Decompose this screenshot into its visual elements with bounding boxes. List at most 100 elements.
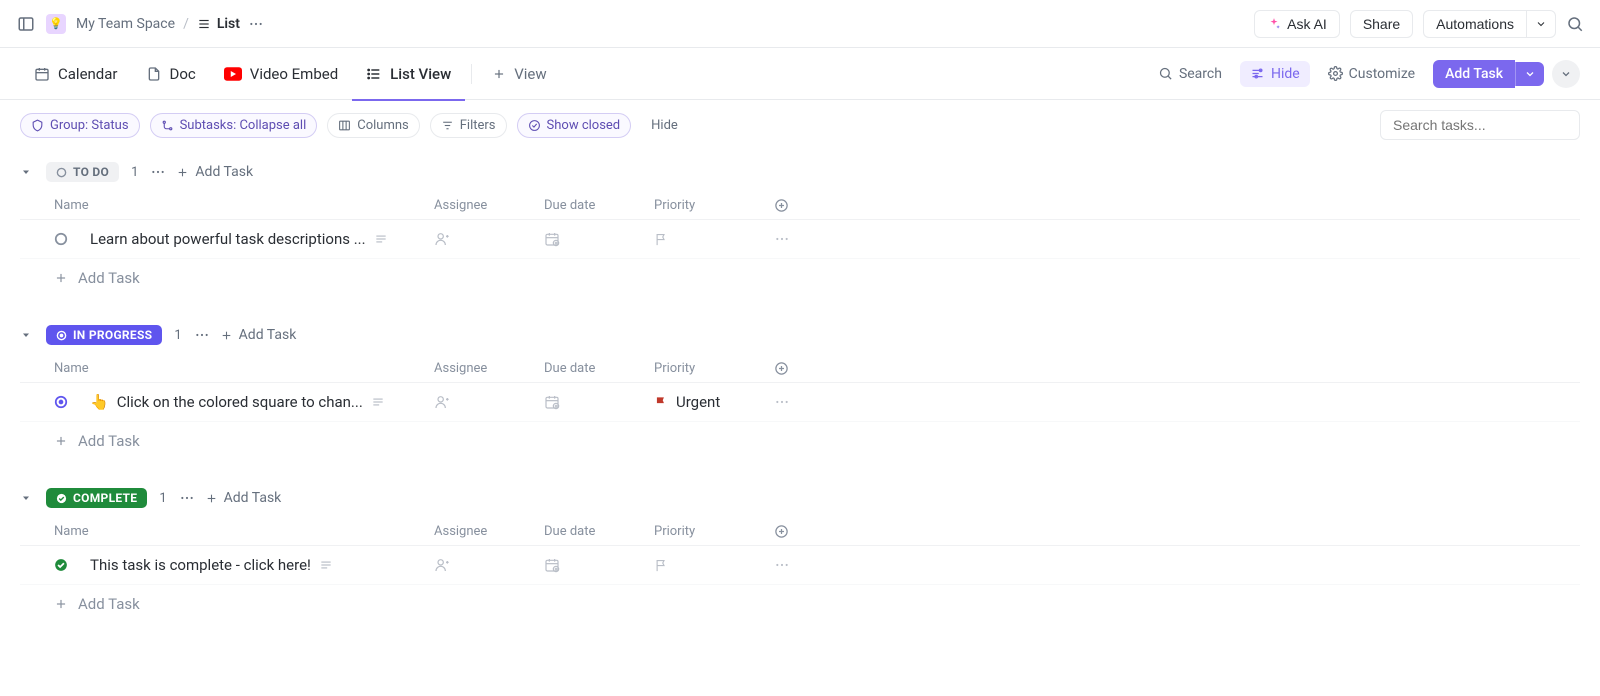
task-assignee-cell[interactable] <box>434 231 544 247</box>
status-pill-complete[interactable]: COMPLETE <box>46 488 147 508</box>
chip-columns[interactable]: Columns <box>327 113 420 138</box>
col-name-header[interactable]: Name <box>54 361 434 376</box>
col-due-header[interactable]: Due date <box>544 361 654 376</box>
task-more-icon[interactable] <box>774 394 804 410</box>
views-bar: Calendar Doc Video Embed List View View … <box>0 48 1600 100</box>
group-more-icon[interactable] <box>194 327 210 343</box>
share-button[interactable]: Share <box>1350 10 1413 38</box>
task-description-icon[interactable] <box>374 232 388 246</box>
task-more-icon[interactable] <box>774 557 804 573</box>
ask-ai-button[interactable]: Ask AI <box>1254 10 1340 38</box>
col-add-header[interactable] <box>774 361 804 376</box>
add-due-date-icon[interactable] <box>544 231 654 247</box>
col-due-header[interactable]: Due date <box>544 524 654 539</box>
task-name-cell: This task is complete - click here! <box>54 556 434 574</box>
task-assignee-cell[interactable] <box>434 557 544 573</box>
view-search-label: Search <box>1179 66 1222 82</box>
task-more-cell[interactable] <box>774 557 804 573</box>
space-avatar-icon[interactable]: 💡 <box>46 14 66 34</box>
automations-dropdown-button[interactable] <box>1526 10 1556 38</box>
col-add-header[interactable] <box>774 198 804 213</box>
search-tasks-input[interactable] <box>1380 110 1580 140</box>
task-row[interactable]: This task is complete - click here! <box>20 546 1580 585</box>
view-customize-button[interactable]: Customize <box>1318 61 1425 87</box>
content-area: TO DO 1 Add Task Name Assignee Due date … <box>0 150 1600 691</box>
col-priority-header[interactable]: Priority <box>654 524 774 539</box>
task-more-cell[interactable] <box>774 394 804 410</box>
group-inprogress-add-task[interactable]: Add Task <box>220 327 297 343</box>
view-search-button[interactable]: Search <box>1148 61 1232 87</box>
status-pill-todo[interactable]: TO DO <box>46 162 119 182</box>
status-pill-inprogress[interactable]: IN PROGRESS <box>46 325 162 345</box>
col-add-header[interactable] <box>774 524 804 539</box>
chip-group-status[interactable]: Group: Status <box>20 113 140 138</box>
task-priority-cell[interactable] <box>654 232 774 247</box>
add-due-date-icon[interactable] <box>544 394 654 410</box>
col-assignee-header[interactable]: Assignee <box>434 361 544 376</box>
sidebar-toggle-icon[interactable] <box>16 14 36 34</box>
add-priority-icon[interactable] <box>654 232 774 247</box>
add-task-row-inprogress[interactable]: Add Task <box>20 422 1580 460</box>
add-view-button[interactable]: View <box>478 48 560 100</box>
group-todo-actions: Add Task <box>150 164 253 180</box>
task-status-icon[interactable] <box>54 558 68 572</box>
tab-list-view[interactable]: List View <box>352 48 465 100</box>
breadcrumb-more-icon[interactable] <box>248 16 264 32</box>
chip-filters[interactable]: Filters <box>430 113 507 138</box>
automations-button[interactable]: Automations <box>1423 10 1526 38</box>
add-priority-icon[interactable] <box>654 558 774 573</box>
task-status-icon[interactable] <box>54 395 68 409</box>
task-name[interactable]: Learn about powerful task descriptions .… <box>90 230 366 248</box>
chip-hide-filters[interactable]: Hide <box>641 114 688 137</box>
group-more-icon[interactable] <box>179 490 195 506</box>
group-add-task-label: Add Task <box>224 490 282 506</box>
task-status-icon[interactable] <box>54 232 68 246</box>
task-description-icon[interactable] <box>319 558 333 572</box>
top-bar: 💡 My Team Space / List Ask AI Share Auto… <box>0 0 1600 48</box>
col-due-header[interactable]: Due date <box>544 198 654 213</box>
add-task-button[interactable]: Add Task <box>1433 60 1515 88</box>
view-hide-button[interactable]: Hide <box>1240 61 1310 87</box>
col-priority-header[interactable]: Priority <box>654 198 774 213</box>
task-more-cell[interactable] <box>774 231 804 247</box>
add-assignee-icon[interactable] <box>434 557 544 573</box>
chip-show-closed[interactable]: Show closed <box>517 113 632 138</box>
view-more-button[interactable] <box>1552 60 1580 88</box>
add-task-row-complete[interactable]: Add Task <box>20 585 1580 623</box>
add-task-row-todo[interactable]: Add Task <box>20 259 1580 297</box>
collapse-icon[interactable] <box>20 492 34 504</box>
tab-doc[interactable]: Doc <box>132 48 210 100</box>
task-row[interactable]: Learn about powerful task descriptions .… <box>20 220 1580 259</box>
col-assignee-header[interactable]: Assignee <box>434 524 544 539</box>
group-more-icon[interactable] <box>150 164 166 180</box>
group-complete-add-task[interactable]: Add Task <box>205 490 282 506</box>
task-priority-cell[interactable] <box>654 558 774 573</box>
task-due-cell[interactable] <box>544 394 654 410</box>
task-assignee-cell[interactable] <box>434 394 544 410</box>
task-due-cell[interactable] <box>544 557 654 573</box>
add-assignee-icon[interactable] <box>434 231 544 247</box>
top-search-icon[interactable] <box>1566 15 1584 33</box>
collapse-icon[interactable] <box>20 166 34 178</box>
collapse-icon[interactable] <box>20 329 34 341</box>
col-priority-header[interactable]: Priority <box>654 361 774 376</box>
breadcrumb-list[interactable]: List <box>197 16 240 32</box>
task-description-icon[interactable] <box>371 395 385 409</box>
col-name-header[interactable]: Name <box>54 524 434 539</box>
task-priority-cell[interactable]: Urgent <box>654 393 774 411</box>
col-name-header[interactable]: Name <box>54 198 434 213</box>
task-due-cell[interactable] <box>544 231 654 247</box>
col-assignee-header[interactable]: Assignee <box>434 198 544 213</box>
task-name[interactable]: Click on the colored square to chan... <box>117 393 363 411</box>
chip-subtasks[interactable]: Subtasks: Collapse all <box>150 113 318 138</box>
task-row[interactable]: 👆 Click on the colored square to chan...… <box>20 383 1580 422</box>
add-due-date-icon[interactable] <box>544 557 654 573</box>
tab-video-embed[interactable]: Video Embed <box>210 48 352 100</box>
tab-calendar[interactable]: Calendar <box>20 48 132 100</box>
group-todo-add-task[interactable]: Add Task <box>176 164 253 180</box>
task-name[interactable]: This task is complete - click here! <box>90 556 311 574</box>
add-assignee-icon[interactable] <box>434 394 544 410</box>
breadcrumb-space[interactable]: My Team Space <box>76 16 175 32</box>
add-task-dropdown-button[interactable] <box>1515 62 1544 86</box>
task-more-icon[interactable] <box>774 231 804 247</box>
